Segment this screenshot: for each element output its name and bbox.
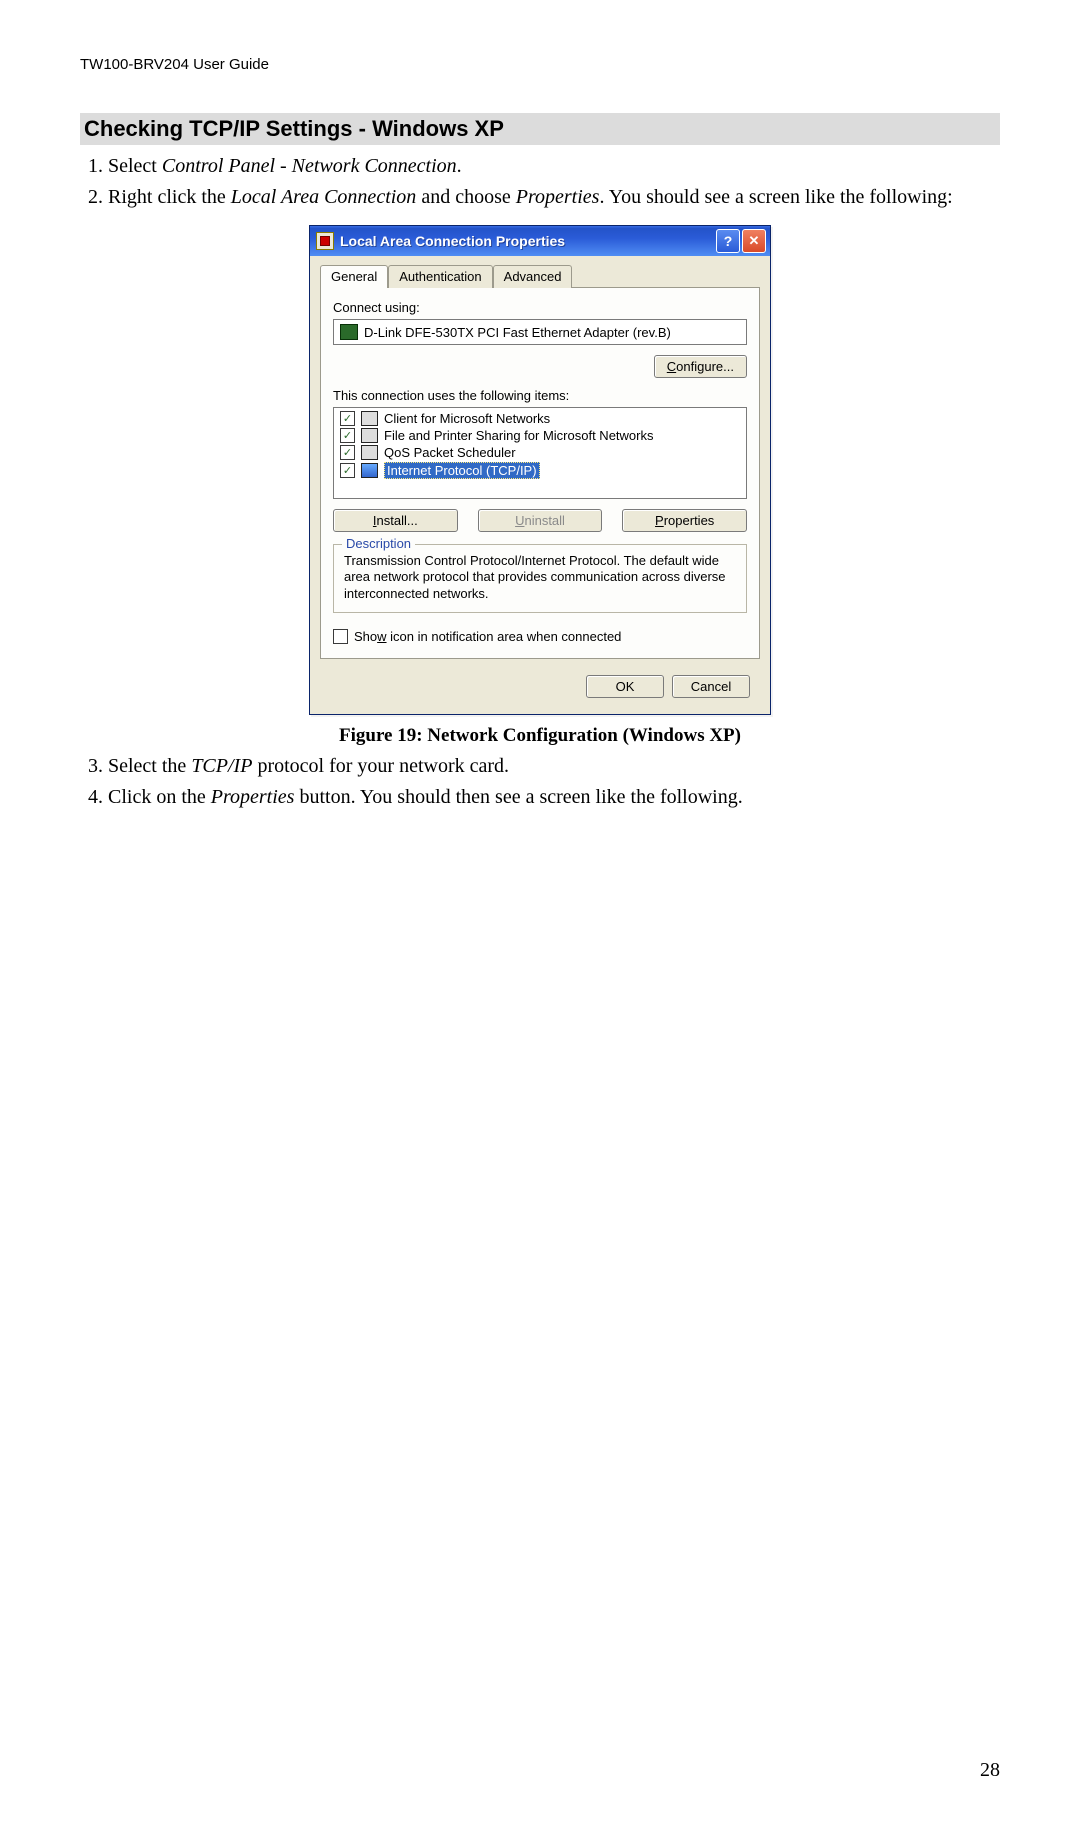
tabstrip: General Authentication Advanced [310,256,770,287]
configure-rest: onfigure... [676,359,734,374]
uninstall-button: Uninstall [478,509,603,532]
step-4-text-b: button. You should then see a screen lik… [294,786,742,808]
show-icon-label: Show icon in notification area when conn… [354,629,621,644]
service-icon [361,428,378,443]
properties-rest: roperties [664,513,715,528]
client-icon [361,411,378,426]
properties-underline: P [655,513,664,528]
step-1: Select Control Panel - Network Connectio… [108,153,1000,180]
install-button[interactable]: Install... [333,509,458,532]
show-icon-post: icon in notification area when connected [387,629,622,644]
list-item[interactable]: QoS Packet Scheduler [338,444,742,461]
close-button-icon[interactable] [742,229,766,253]
ok-button[interactable]: OK [586,675,664,698]
item-label: Client for Microsoft Networks [384,411,550,426]
step-3: Select the TCP/IP protocol for your netw… [108,753,1000,780]
page-number: 28 [980,1759,1000,1782]
step-2-text-b: and choose [416,186,515,208]
step-4: Click on the Properties button. You shou… [108,784,1000,811]
xp-dialog: Local Area Connection Properties General… [309,225,771,715]
titlebar[interactable]: Local Area Connection Properties [310,226,770,256]
help-button-icon[interactable] [716,229,740,253]
step-2: Right click the Local Area Connection an… [108,184,1000,211]
adapter-text: D-Link DFE-530TX PCI Fast Ethernet Adapt… [364,325,671,340]
step-3-text-a: Select the [108,755,191,777]
checkbox-icon[interactable] [340,463,355,478]
uninstall-rest: ninstall [524,513,564,528]
step-4-italic: Properties [211,786,295,808]
titlebar-title: Local Area Connection Properties [340,233,716,249]
step-2-italic-2: Properties [516,186,600,208]
checkbox-icon[interactable] [333,629,348,644]
items-listbox[interactable]: Client for Microsoft Networks File and P… [333,407,747,499]
description-groupbox: Description Transmission Control Protoco… [333,544,747,613]
step-2-text-c: . You should see a screen like the follo… [599,186,952,208]
step-1-italic: Control Panel - Network Connection [162,155,457,177]
protocol-icon [361,463,378,478]
figure-caption: Figure 19: Network Configuration (Window… [80,725,1000,747]
step-2-text-a: Right click the [108,186,231,208]
configure-button[interactable]: Configure... [654,355,747,378]
step-3-text-b: protocol for your network card. [252,755,509,777]
tab-authentication[interactable]: Authentication [388,265,492,288]
step-3-italic: TCP/IP [191,755,252,777]
service-icon [361,445,378,460]
list-item-selected[interactable]: Internet Protocol (TCP/IP) [338,461,742,480]
checkbox-icon[interactable] [340,411,355,426]
nic-icon [340,324,358,340]
item-label: QoS Packet Scheduler [384,445,516,460]
dialog-footer: OK Cancel [320,669,760,708]
step-4-text-a: Click on the [108,786,211,808]
connection-icon [316,232,334,250]
show-icon-pre: Sho [354,629,377,644]
item-label: Internet Protocol (TCP/IP) [384,462,540,479]
list-item[interactable]: File and Printer Sharing for Microsoft N… [338,427,742,444]
connect-using-label: Connect using: [333,300,747,315]
tab-general[interactable]: General [320,265,388,288]
show-icon-underline: w [377,629,386,644]
step-1-text-a: Select [108,155,162,177]
tab-advanced[interactable]: Advanced [493,265,573,288]
show-icon-row[interactable]: Show icon in notification area when conn… [333,629,747,644]
item-label: File and Printer Sharing for Microsoft N… [384,428,653,443]
properties-button[interactable]: Properties [622,509,747,532]
cancel-button[interactable]: Cancel [672,675,750,698]
steps-list-bottom: Select the TCP/IP protocol for your netw… [80,753,1000,811]
description-text: Transmission Control Protocol/Internet P… [344,553,736,602]
doc-header: TW100-BRV204 User Guide [80,56,1000,73]
checkbox-icon[interactable] [340,428,355,443]
items-label: This connection uses the following items… [333,388,747,403]
adapter-field[interactable]: D-Link DFE-530TX PCI Fast Ethernet Adapt… [333,319,747,345]
step-1-text-b: . [457,155,462,177]
section-heading: Checking TCP/IP Settings - Windows XP [80,113,1000,145]
configure-underline: C [667,359,676,374]
steps-list-top: Select Control Panel - Network Connectio… [80,153,1000,211]
checkbox-icon[interactable] [340,445,355,460]
list-item[interactable]: Client for Microsoft Networks [338,410,742,427]
install-rest: nstall... [377,513,418,528]
description-legend: Description [342,536,415,551]
tab-body: Connect using: D-Link DFE-530TX PCI Fast… [320,287,760,659]
step-2-italic-1: Local Area Connection [231,186,417,208]
